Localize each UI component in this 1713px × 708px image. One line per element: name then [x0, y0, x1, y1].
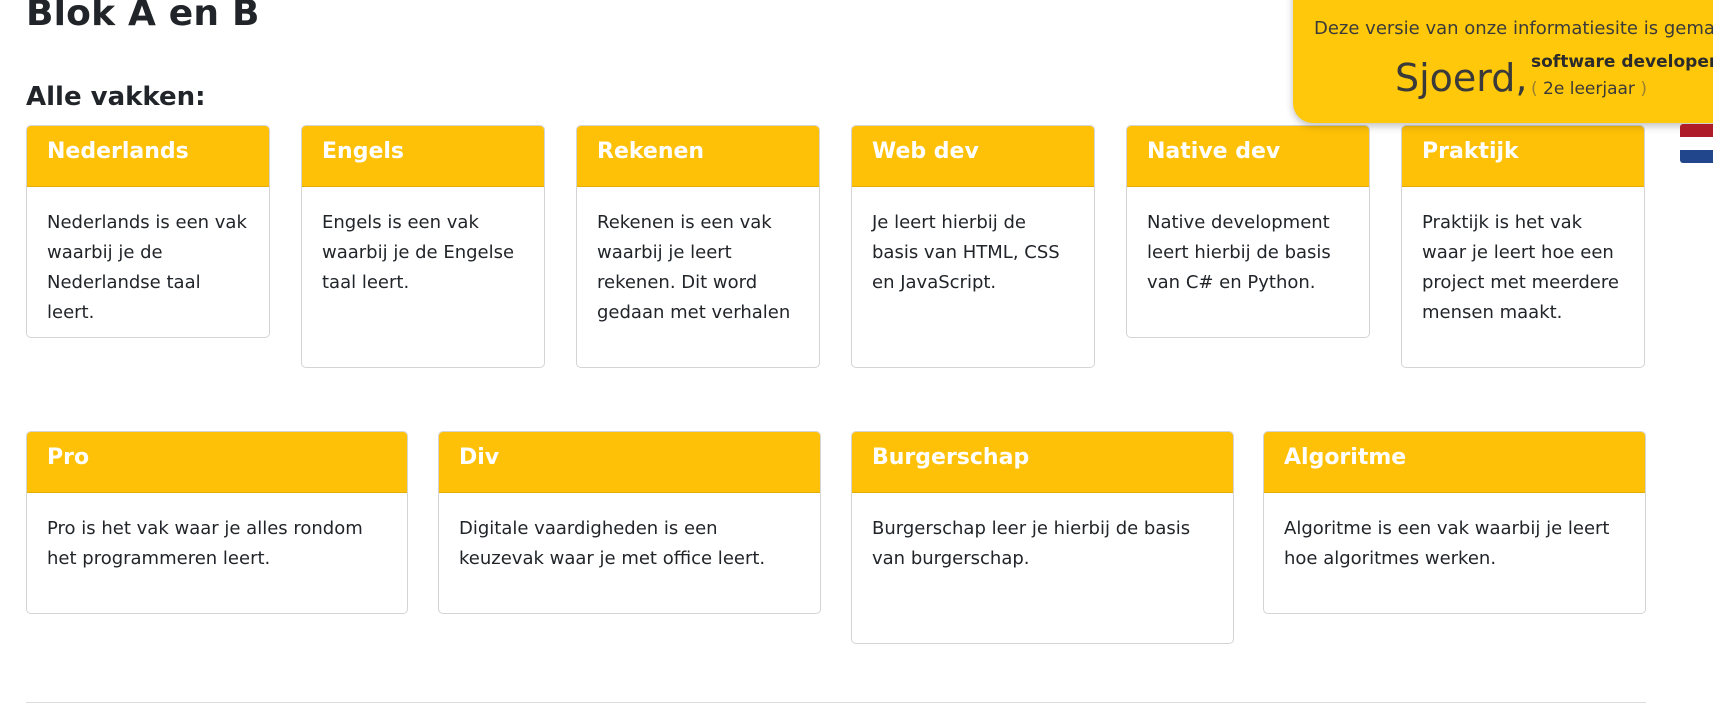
- card-text: Nederlands is een vak waarbij je de Nede…: [47, 212, 247, 323]
- course-card-nederlands: Nederlands Nederlands is een vak waarbij…: [26, 125, 270, 338]
- card-text: Native development leert hierbij de basi…: [1147, 212, 1331, 293]
- card-title: Web dev: [852, 126, 1094, 187]
- card-text: Rekenen is een vak waarbij je leert reke…: [597, 212, 791, 323]
- card-title: Engels: [302, 126, 544, 187]
- year-close-paren: ): [1640, 79, 1647, 99]
- card-text: Engels is een vak waarbij je de Engelse …: [322, 212, 515, 293]
- author-role: software developer: [1531, 52, 1713, 72]
- card-text: Burgerschap leer je hierbij de basis van…: [872, 518, 1191, 569]
- course-card-praktijk: Praktijk Praktijk is het vak waar je lee…: [1401, 125, 1645, 368]
- banner-text: Deze versie van onze informatiesite is g…: [1314, 18, 1713, 39]
- author-name: Sjoerd,: [1395, 56, 1528, 100]
- course-card-algoritme: Algoritme Algoritme is een vak waarbij j…: [1263, 431, 1646, 614]
- card-text: Pro is het vak waar je alles rondom het …: [47, 518, 363, 569]
- course-card-rekenen: Rekenen Rekenen is een vak waarbij je le…: [576, 125, 820, 368]
- course-card-web-dev: Web dev Je leert hierbij de basis van HT…: [851, 125, 1095, 368]
- course-card-burgerschap: Burgerschap Burgerschap leer je hierbij …: [851, 431, 1234, 644]
- card-title: Algoritme: [1264, 432, 1645, 493]
- year-label: 2e leerjaar: [1543, 79, 1635, 99]
- course-card-native-dev: Native dev Native development leert hier…: [1126, 125, 1370, 338]
- author-year: ( 2e leerjaar ): [1531, 79, 1647, 99]
- year-open-paren: (: [1531, 79, 1538, 99]
- card-text: Algoritme is een vak waarbij je leert ho…: [1284, 518, 1610, 569]
- page-subtitle: Alle vakken:: [26, 82, 206, 112]
- card-title: Nederlands: [27, 126, 269, 187]
- footer-divider: [26, 702, 1646, 703]
- card-title: Pro: [27, 432, 407, 493]
- course-card-pro: Pro Pro is het vak waar je alles rondom …: [26, 431, 408, 614]
- card-title: Praktijk: [1402, 126, 1644, 187]
- card-title: Native dev: [1127, 126, 1369, 187]
- card-title: Rekenen: [577, 126, 819, 187]
- card-title: Burgerschap: [852, 432, 1233, 493]
- card-text: Praktijk is het vak waar je leert hoe ee…: [1422, 212, 1619, 323]
- course-card-engels: Engels Engels is een vak waarbij je de E…: [301, 125, 545, 368]
- netherlands-flag-icon[interactable]: [1680, 124, 1713, 163]
- card-text: Digitale vaardigheden is een keuzevak wa…: [459, 518, 766, 569]
- author-banner: Deze versie van onze informatiesite is g…: [1293, 0, 1713, 123]
- page: Blok A en B Alle vakken: Nederlands Nede…: [0, 0, 1713, 708]
- course-card-div: Div Digitale vaardigheden is een keuzeva…: [438, 431, 821, 614]
- card-text: Je leert hierbij de basis van HTML, CSS …: [872, 212, 1060, 293]
- page-title: Blok A en B: [26, 0, 260, 34]
- card-title: Div: [439, 432, 820, 493]
